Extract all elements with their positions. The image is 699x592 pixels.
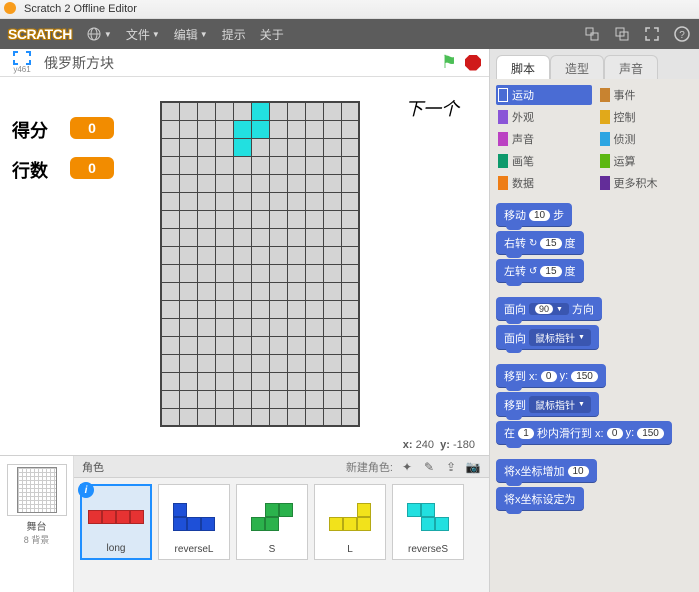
project-title[interactable]: 俄罗斯方块 [44, 53, 441, 73]
sprite-name: reverseL [175, 544, 214, 555]
sprites-header-title: 角色 [82, 459, 346, 475]
category-更多积木[interactable]: 更多积木 [598, 173, 694, 193]
stage-area[interactable]: 下一个 得分 0 行数 0 x: 240 y: -180 [0, 77, 489, 455]
scratch-logo: SCRATCH [8, 26, 72, 42]
category-数据[interactable]: 数据 [496, 173, 592, 193]
block-goto-xy[interactable]: 移到 x:0y:150 [496, 364, 606, 388]
category-声音[interactable]: 声音 [496, 129, 592, 149]
about-menu[interactable]: 关于 [260, 26, 284, 43]
presentation-mode-button[interactable]: y461 [8, 51, 36, 75]
stage-thumbnail[interactable] [7, 464, 67, 516]
category-运算[interactable]: 运算 [598, 151, 694, 171]
block-set-x[interactable]: 将x坐标设定为 [496, 487, 584, 511]
panel-tabs: 脚本 造型 声音 [490, 49, 699, 79]
block-change-x[interactable]: 将x坐标增加10 [496, 459, 597, 483]
help-icon[interactable]: ? [673, 25, 691, 43]
category-外观[interactable]: 外观 [496, 107, 592, 127]
sprite-item-L[interactable]: L [314, 484, 386, 560]
upload-sprite-icon[interactable]: ⇪ [443, 459, 459, 475]
new-sprite-label: 新建角色: [346, 459, 393, 475]
block-goto-target[interactable]: 移到鼠标指针▼ [496, 392, 599, 417]
category-运动[interactable]: 运动 [496, 85, 592, 105]
stage-label: 舞台 [4, 518, 69, 533]
category-事件[interactable]: 事件 [598, 85, 694, 105]
category-画笔[interactable]: 画笔 [496, 151, 592, 171]
add-sprite-icon[interactable] [583, 25, 601, 43]
score-label: 得分 [12, 117, 48, 143]
category-侦测[interactable]: 侦测 [598, 129, 694, 149]
sprite-item-reverseS[interactable]: reverseS [392, 484, 464, 560]
category-控制[interactable]: 控制 [598, 107, 694, 127]
block-point-towards[interactable]: 面向鼠标指针▼ [496, 325, 599, 350]
stage-header: y461 俄罗斯方块 ⚑ [0, 49, 489, 77]
block-glide[interactable]: 在1秒内滑行到 x:0y:150 [496, 421, 672, 445]
tetris-grid [160, 101, 360, 427]
sprite-panel: 舞台 8 背景 角色 新建角色: ✦ ✎ ⇪ 📷 i long reverseL S L… [0, 455, 489, 592]
lines-value: 0 [70, 157, 114, 179]
green-flag-button[interactable]: ⚑ [441, 52, 457, 73]
tips-menu[interactable]: 提示 [222, 26, 246, 43]
sprite-info-icon[interactable]: i [78, 482, 94, 498]
block-turn-right[interactable]: 右转↻15度 [496, 231, 584, 255]
app-title: Scratch 2 Offline Editor [24, 3, 137, 15]
block-point-direction[interactable]: 面向90▼方向 [496, 297, 602, 321]
sprite-item-reverseL[interactable]: reverseL [158, 484, 230, 560]
sprite-name: S [269, 544, 276, 555]
sprite-name: reverseS [408, 544, 448, 555]
app-icon [4, 2, 18, 16]
titlebar: Scratch 2 Offline Editor [0, 0, 699, 19]
next-piece-label: 下一个 [405, 95, 459, 121]
sprite-library-icon[interactable]: ✦ [399, 459, 415, 475]
tab-costumes[interactable]: 造型 [550, 55, 604, 79]
camera-sprite-icon[interactable]: 📷 [465, 459, 481, 475]
menubar: SCRATCH ▼ 文件▼ 编辑▼ 提示 关于 ? [0, 19, 699, 49]
duplicate-icon[interactable] [613, 25, 631, 43]
sprite-item-S[interactable]: S [236, 484, 308, 560]
file-menu[interactable]: 文件▼ [126, 26, 160, 43]
paint-sprite-icon[interactable]: ✎ [421, 459, 437, 475]
sprite-item-long[interactable]: i long [80, 484, 152, 560]
block-turn-left[interactable]: 左转↺15度 [496, 259, 584, 283]
block-move-steps[interactable]: 移动10步 [496, 203, 572, 227]
svg-text:?: ? [679, 30, 685, 41]
backdrop-count: 8 背景 [4, 533, 69, 546]
lines-label: 行数 [12, 157, 48, 183]
fullscreen-icon[interactable] [643, 25, 661, 43]
score-value: 0 [70, 117, 114, 139]
mouse-coords: x: 240 y: -180 [403, 439, 475, 451]
globe-menu[interactable]: ▼ [86, 26, 112, 42]
edit-menu[interactable]: 编辑▼ [174, 26, 208, 43]
stop-button[interactable] [465, 55, 481, 71]
tab-scripts[interactable]: 脚本 [496, 55, 550, 79]
globe-icon [86, 26, 102, 42]
tab-sounds[interactable]: 声音 [604, 55, 658, 79]
sprite-name: L [347, 544, 353, 555]
sprite-name: long [107, 543, 126, 554]
